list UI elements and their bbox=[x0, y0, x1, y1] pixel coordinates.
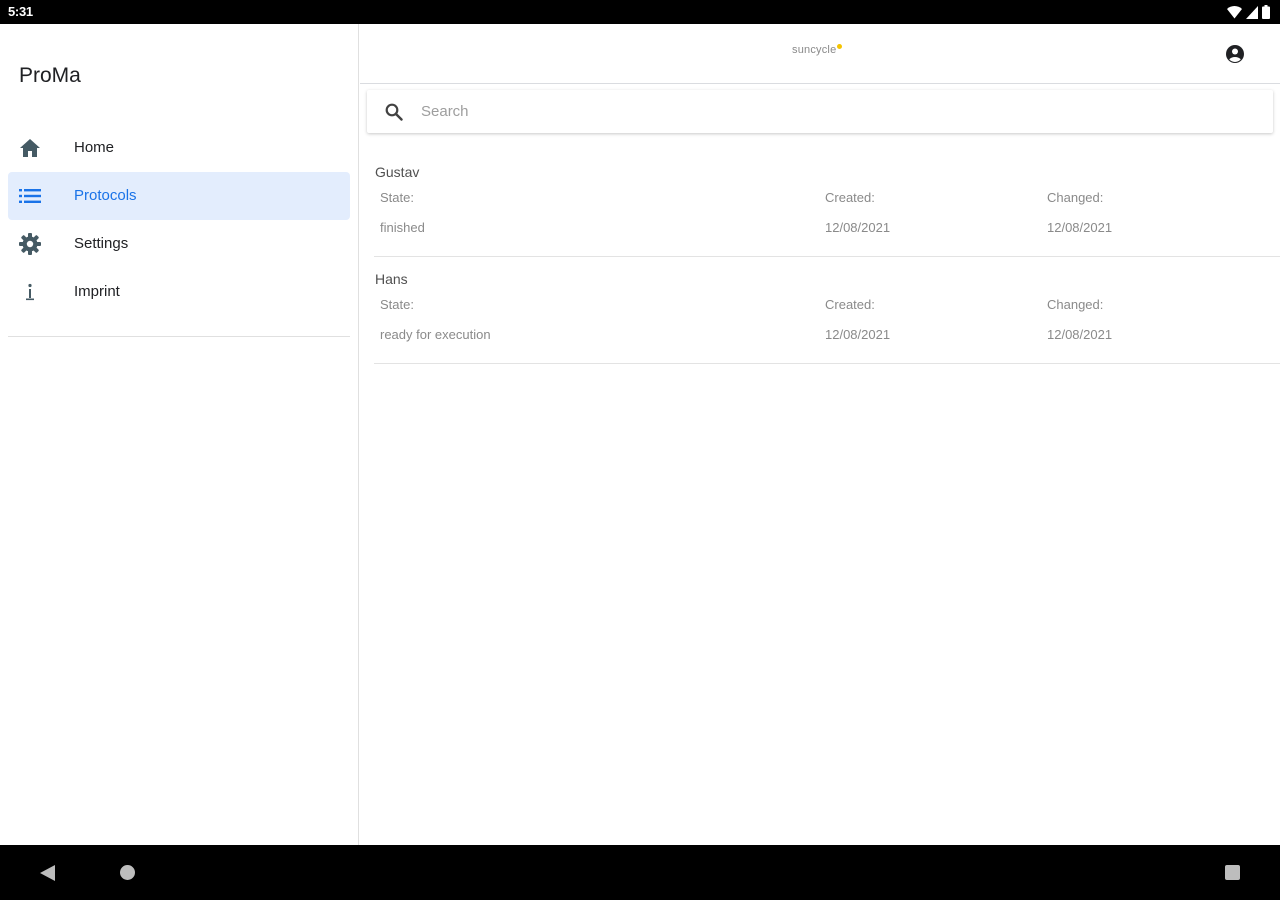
drawer-title: ProMa bbox=[19, 64, 81, 87]
protocol-name: Gustav bbox=[375, 164, 420, 180]
state-label: State: bbox=[380, 297, 414, 312]
status-bar: 5:31 bbox=[0, 0, 1280, 24]
protocol-list: Gustav State: Created: Changed: finished… bbox=[374, 150, 1280, 364]
info-icon bbox=[18, 280, 42, 304]
app-bar: suncycle bbox=[360, 24, 1280, 84]
search-input[interactable] bbox=[421, 90, 1261, 133]
changed-label: Changed: bbox=[1047, 297, 1104, 312]
logo-sun-icon bbox=[837, 44, 843, 49]
nav-item-imprint[interactable]: Imprint bbox=[8, 268, 350, 316]
back-icon[interactable] bbox=[40, 865, 55, 881]
changed-value: 12/08/2021 bbox=[1047, 327, 1113, 342]
protocol-name: Hans bbox=[375, 271, 408, 287]
list-item[interactable]: Gustav State: Created: Changed: finished… bbox=[374, 150, 1280, 257]
changed-label: Changed: bbox=[1047, 190, 1104, 205]
nav-item-home[interactable]: Home bbox=[8, 124, 350, 172]
status-time: 5:31 bbox=[8, 4, 33, 19]
search-icon[interactable] bbox=[385, 103, 403, 121]
list-icon bbox=[18, 184, 42, 208]
nav-item-settings[interactable]: Settings bbox=[8, 220, 350, 268]
search-bar bbox=[367, 90, 1273, 133]
system-navigation-bar bbox=[0, 845, 1280, 900]
nav-item-label: Imprint bbox=[74, 283, 120, 300]
created-value: 12/08/2021 bbox=[825, 327, 891, 342]
nav-item-label: Settings bbox=[74, 235, 129, 252]
status-icons bbox=[1227, 4, 1270, 20]
state-label: State: bbox=[380, 190, 414, 205]
drawer-nav: Home Protocols Settings Imprint bbox=[8, 124, 350, 316]
navigation-drawer: ProMa Home Protocols Settings Imprint bbox=[0, 24, 359, 845]
state-value: ready for execution bbox=[380, 327, 491, 342]
brand-logo: suncycle bbox=[792, 44, 843, 60]
recents-icon[interactable] bbox=[1225, 865, 1240, 880]
nav-item-label: Home bbox=[74, 139, 115, 156]
home-icon bbox=[18, 136, 42, 160]
created-label: Created: bbox=[825, 297, 875, 312]
battery-icon bbox=[1262, 5, 1270, 19]
created-label: Created: bbox=[825, 190, 875, 205]
account-circle-icon[interactable] bbox=[1225, 44, 1245, 64]
gear-icon bbox=[18, 232, 42, 256]
drawer-divider bbox=[8, 336, 350, 337]
created-value: 12/08/2021 bbox=[825, 220, 891, 235]
cellular-signal-icon bbox=[1246, 5, 1258, 19]
list-item[interactable]: Hans State: Created: Changed: ready for … bbox=[374, 257, 1280, 364]
nav-item-label: Protocols bbox=[74, 187, 137, 204]
home-circle-icon[interactable] bbox=[120, 865, 135, 880]
state-value: finished bbox=[380, 220, 425, 235]
logo-text: suncycle bbox=[792, 44, 837, 56]
changed-value: 12/08/2021 bbox=[1047, 220, 1113, 235]
nav-item-protocols[interactable]: Protocols bbox=[8, 172, 350, 220]
wifi-icon bbox=[1227, 5, 1242, 18]
